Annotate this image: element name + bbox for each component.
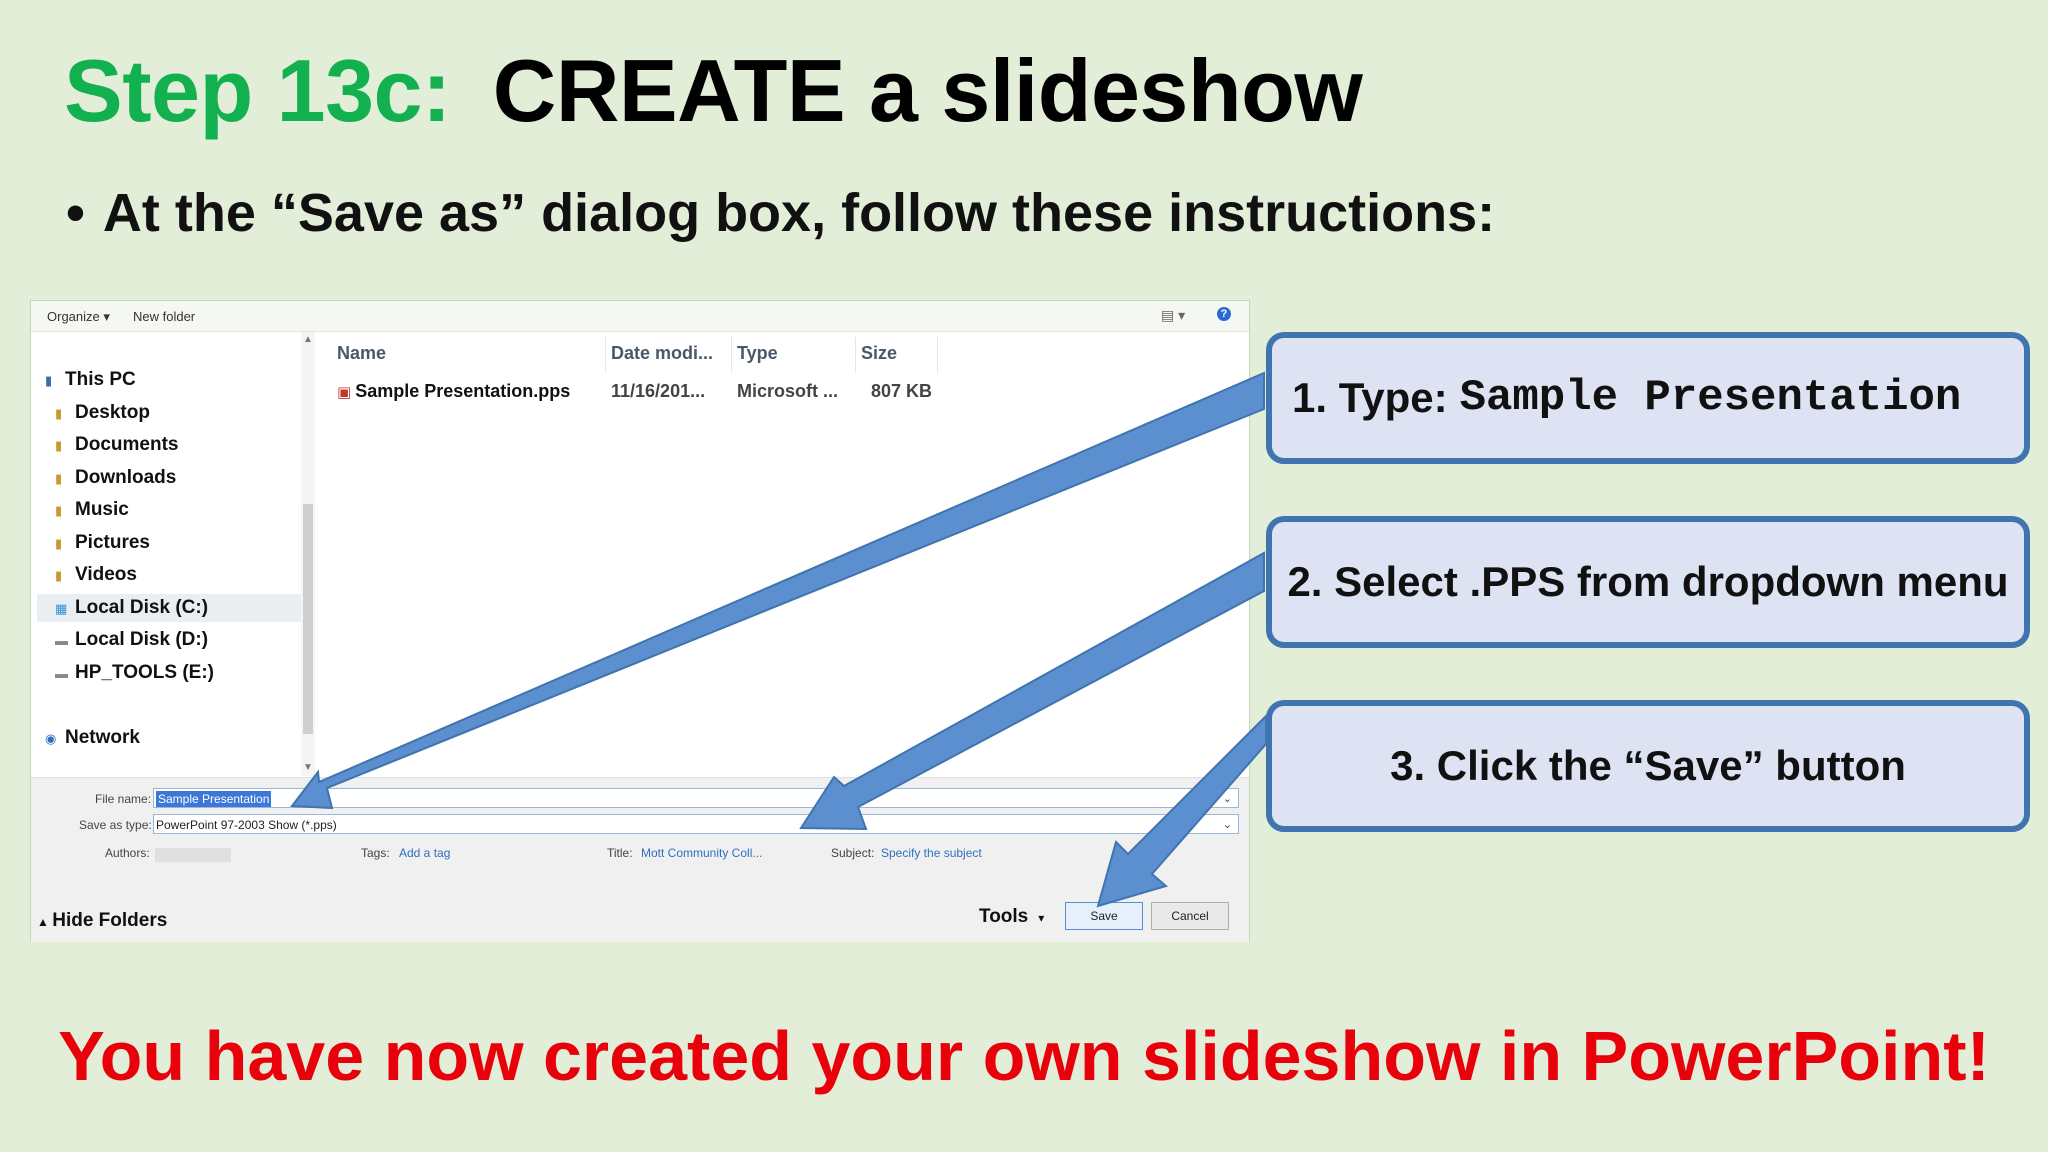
save-as-dialog: Organize ▾ New folder ▤ ▾ ? ▮ This PC ▮ De…: [30, 300, 1250, 942]
callout-type-filename: 1. Type: Sample Presentation: [1266, 332, 2030, 464]
chevron-down-icon[interactable]: ⌄: [1223, 789, 1232, 809]
chevron-down-icon: ▾: [1038, 911, 1045, 925]
title-field[interactable]: Mott Community Coll...: [641, 846, 762, 860]
file-name-input[interactable]: Sample Presentation ⌄: [153, 788, 1239, 808]
nav-item-this-pc[interactable]: ▮ This PC: [45, 366, 136, 394]
dialog-toolbar: Organize ▾ New folder ▤ ▾ ?: [31, 301, 1249, 332]
callout-1-value: Sample Presentation: [1459, 373, 1962, 423]
file-row-name[interactable]: ▣ Sample Presentation.pps: [337, 381, 570, 402]
nav-item-documents[interactable]: ▮ Documents: [55, 431, 178, 459]
nav-item-music[interactable]: ▮ Music: [55, 496, 129, 524]
instruction-bullet: • At the “Save as” dialog box, follow the…: [66, 182, 1495, 244]
column-divider: [731, 337, 732, 373]
folder-icon: ▮: [55, 471, 63, 486]
file-row-size: 807 KB: [871, 381, 933, 401]
chevron-down-icon[interactable]: ⌄: [1223, 815, 1232, 835]
slide-title-main: CREATE a slideshow: [492, 41, 1363, 140]
nav-item-local-disk-d[interactable]: ▬ Local Disk (D:): [55, 626, 208, 654]
chevron-up-icon: ▲: [37, 915, 53, 929]
instruction-text: At the “Save as” dialog box, follow thes…: [102, 183, 1496, 243]
navigation-pane: ▮ This PC ▮ Desktop ▮ Documents ▮ Downloads …: [31, 332, 314, 776]
authors-label: Authors:: [105, 846, 150, 860]
file-name-label: File name:: [95, 792, 152, 806]
column-divider: [605, 337, 606, 373]
callout-1-prefix: 1. Type:: [1292, 374, 1448, 421]
callout-3-text: 3. Click the “Save” button: [1390, 742, 1906, 789]
save-button[interactable]: Save: [1065, 902, 1143, 930]
column-header-size[interactable]: Size: [861, 343, 897, 364]
column-header-type[interactable]: Type: [737, 343, 778, 364]
save-type-label: Save as type:: [79, 818, 152, 832]
nav-item-desktop[interactable]: ▮ Desktop: [55, 399, 150, 427]
bullet-dot-icon: •: [66, 183, 85, 243]
pc-icon: ▮: [45, 373, 53, 388]
folder-icon: ▮: [55, 568, 63, 583]
drive-icon: ▦: [55, 601, 68, 616]
file-row-type: Microsoft ...: [737, 381, 839, 401]
scroll-up-icon[interactable]: ▲: [303, 334, 313, 345]
column-header-name[interactable]: Name: [337, 343, 386, 364]
drive-icon: ▬: [55, 666, 68, 681]
drive-icon: ▬: [55, 633, 68, 648]
network-icon: ◉: [45, 731, 57, 746]
hide-folders-button[interactable]: ▲ Hide Folders: [37, 910, 167, 932]
subject-label: Subject:: [831, 846, 875, 860]
callout-click-save: 3. Click the “Save” button: [1266, 700, 2030, 832]
save-type-value: PowerPoint 97-2003 Show (*.pps): [156, 818, 337, 832]
column-divider: [855, 337, 856, 373]
nav-item-videos[interactable]: ▮ Videos: [55, 561, 137, 589]
view-options-icon[interactable]: ▤ ▾: [1161, 307, 1185, 324]
dialog-bottom-panel: File name: Sample Presentation ⌄ Save as…: [31, 777, 1249, 942]
nav-item-hp-tools-e[interactable]: ▬ HP_TOOLS (E:): [55, 659, 214, 687]
callout-select-pps: 2. Select .PPS from dropdown menu: [1266, 516, 2030, 648]
nav-item-pictures[interactable]: ▮ Pictures: [55, 529, 150, 557]
tools-menu[interactable]: Tools ▾: [979, 906, 1044, 928]
title-label: Title:: [607, 846, 633, 860]
nav-scrollbar[interactable]: ▲ ▼: [301, 332, 315, 776]
scroll-thumb[interactable]: [303, 504, 313, 734]
slide-title-step: Step 13c:: [64, 41, 451, 140]
file-row-date: 11/16/201...: [611, 381, 706, 401]
tags-label: Tags:: [361, 846, 390, 860]
folder-icon: ▮: [55, 406, 63, 421]
cancel-button[interactable]: Cancel: [1151, 902, 1229, 930]
column-divider: [937, 337, 938, 373]
folder-icon: ▮: [55, 536, 63, 551]
nav-item-network[interactable]: ◉ Network: [45, 724, 140, 752]
folder-icon: ▮: [55, 503, 63, 518]
conclusion-text: You have now created your own slideshow …: [58, 1017, 1990, 1095]
subject-field[interactable]: Specify the subject: [881, 846, 982, 860]
pps-file-icon: ▣: [337, 384, 352, 401]
file-name-value: Sample Presentation: [156, 791, 272, 807]
help-icon[interactable]: ?: [1217, 307, 1231, 321]
folder-icon: ▮: [55, 438, 63, 453]
authors-field[interactable]: [155, 848, 231, 862]
nav-item-downloads[interactable]: ▮ Downloads: [55, 464, 176, 492]
organize-button[interactable]: Organize ▾: [47, 309, 110, 325]
callout-2-text: 2. Select .PPS from dropdown menu: [1287, 558, 2009, 605]
nav-item-local-disk-c[interactable]: ▦ Local Disk (C:): [37, 594, 305, 622]
new-folder-button[interactable]: New folder: [133, 309, 195, 324]
column-header-date[interactable]: Date modi...: [611, 343, 713, 364]
tags-field[interactable]: Add a tag: [399, 846, 450, 860]
save-type-select[interactable]: PowerPoint 97-2003 Show (*.pps) ⌄: [153, 814, 1239, 834]
scroll-down-icon[interactable]: ▼: [303, 762, 313, 773]
slide-title: Step 13c: CREATE a slideshow: [64, 40, 1363, 142]
